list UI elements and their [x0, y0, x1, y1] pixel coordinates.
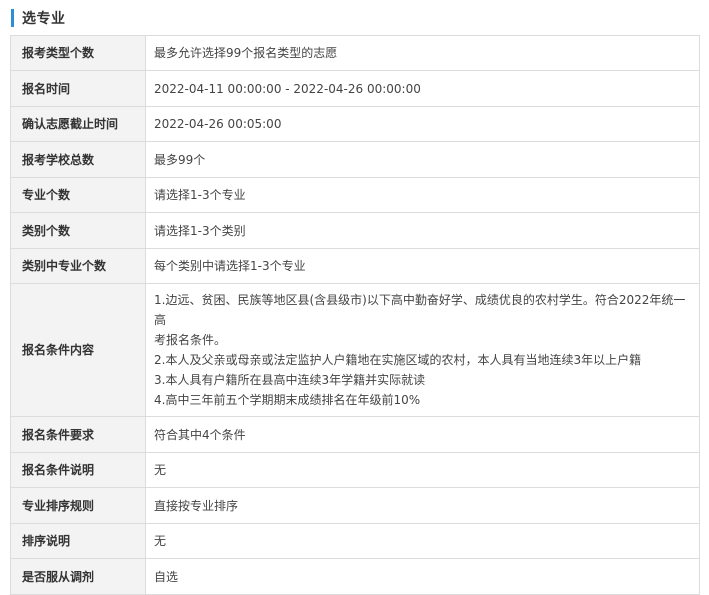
registration-info-table: 报考类型个数 最多允许选择99个报名类型的志愿 报名时间 2022-04-11 … — [10, 35, 700, 595]
row-value-multiline: 1.边远、贫困、民族等地区县(含县级市)以下高中勤奋好学、成绩优良的农村学生。符… — [145, 283, 700, 417]
row-value: 请选择1-3个类别 — [145, 212, 700, 249]
row-label: 报考类型个数 — [10, 35, 146, 71]
row-label: 报考学校总数 — [10, 141, 146, 178]
condition-line: 1.边远、贫困、民族等地区县(含县级市)以下高中勤奋好学、成绩优良的农村学生。符… — [154, 293, 686, 327]
table-row: 是否服从调剂 自选 — [10, 558, 700, 595]
row-value: 最多99个 — [145, 141, 700, 178]
row-value: 符合其中4个条件 — [145, 416, 700, 453]
row-label: 确认志愿截止时间 — [10, 106, 146, 142]
row-label: 报名时间 — [10, 70, 146, 107]
row-value: 最多允许选择99个报名类型的志愿 — [145, 35, 700, 71]
table-row: 报名条件要求 符合其中4个条件 — [10, 416, 700, 453]
condition-line: 3.本人具有户籍所在县高中连续3年学籍并实际就读 — [154, 373, 426, 387]
condition-line: 考报名条件。 — [154, 333, 227, 347]
row-label: 类别个数 — [10, 212, 146, 249]
condition-line: 2.本人及父亲或母亲或法定监护人户籍地在实施区域的农村，本人具有当地连续3年以上… — [154, 353, 642, 367]
row-label: 类别中专业个数 — [10, 248, 146, 284]
row-value: 2022-04-26 00:05:00 — [145, 106, 700, 142]
table-row: 报名时间 2022-04-11 00:00:00 - 2022-04-26 00… — [10, 70, 700, 107]
table-row: 类别中专业个数 每个类别中请选择1-3个专业 — [10, 248, 700, 284]
row-label: 专业个数 — [10, 177, 146, 213]
section-accent-bar — [11, 9, 14, 27]
table-row: 专业个数 请选择1-3个专业 — [10, 177, 700, 213]
row-value: 无 — [145, 523, 700, 559]
row-value: 每个类别中请选择1-3个专业 — [145, 248, 700, 284]
condition-line: 4.高中三年前五个学期期末成绩排名在年级前10% — [154, 393, 421, 407]
section-header: 选专业 — [11, 8, 66, 28]
table-row: 报考学校总数 最多99个 — [10, 141, 700, 178]
row-value: 请选择1-3个专业 — [145, 177, 700, 213]
section-title: 选专业 — [22, 11, 66, 27]
table-row: 专业排序规则 直接按专业排序 — [10, 487, 700, 524]
table-row: 确认志愿截止时间 2022-04-26 00:05:00 — [10, 106, 700, 142]
table-row: 报考类型个数 最多允许选择99个报名类型的志愿 — [10, 35, 700, 71]
row-label: 排序说明 — [10, 523, 146, 559]
row-label: 专业排序规则 — [10, 487, 146, 524]
table-row: 排序说明 无 — [10, 523, 700, 559]
row-value: 自选 — [145, 558, 700, 595]
row-label: 报名条件内容 — [10, 283, 146, 417]
table-row: 报名条件内容 1.边远、贫困、民族等地区县(含县级市)以下高中勤奋好学、成绩优良… — [10, 283, 700, 417]
row-value: 直接按专业排序 — [145, 487, 700, 524]
row-value: 无 — [145, 452, 700, 488]
row-label: 是否服从调剂 — [10, 558, 146, 595]
table-row: 报名条件说明 无 — [10, 452, 700, 488]
row-value: 2022-04-11 00:00:00 - 2022-04-26 00:00:0… — [145, 70, 700, 107]
row-label: 报名条件要求 — [10, 416, 146, 453]
row-label: 报名条件说明 — [10, 452, 146, 488]
table-row: 类别个数 请选择1-3个类别 — [10, 212, 700, 249]
